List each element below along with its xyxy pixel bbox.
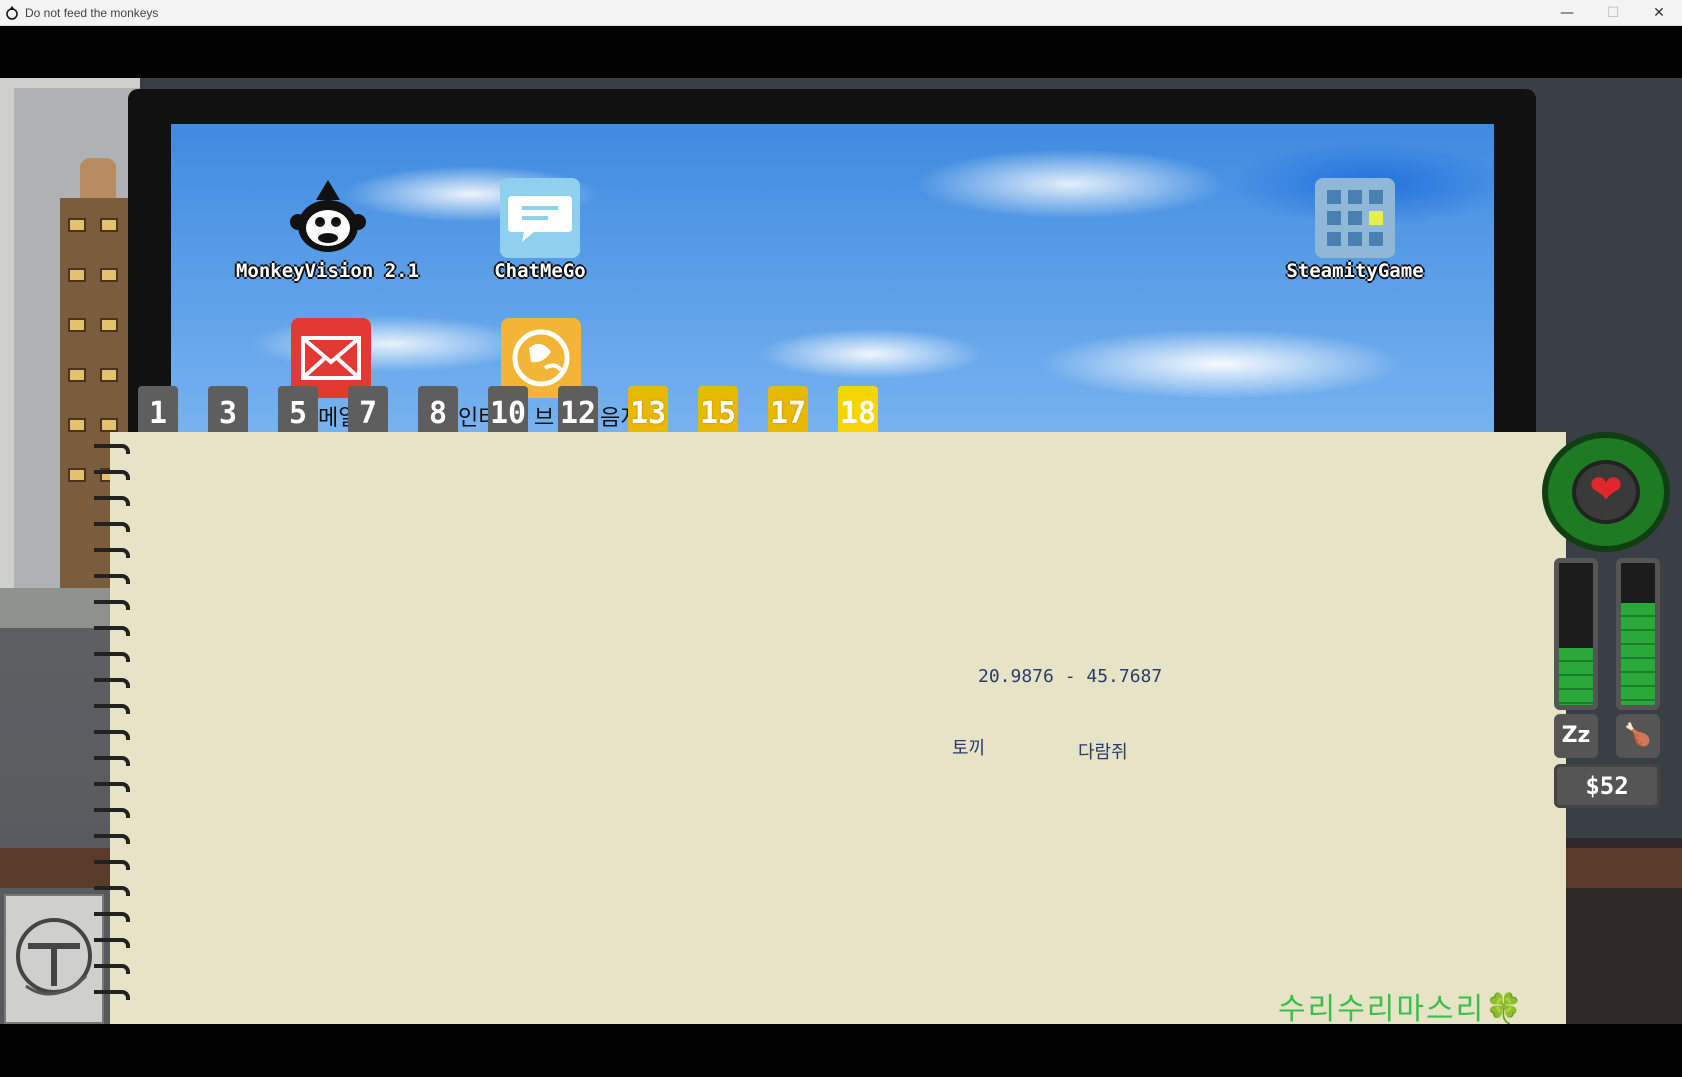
building-window [100,268,118,282]
heart-icon: ❤ [1589,467,1623,513]
building-window [68,318,86,332]
spiral-ring [94,730,130,740]
spiral-ring [94,470,130,480]
building-window [68,418,86,432]
money-display: $52 [1554,764,1660,808]
food-button[interactable]: 🍗 [1616,714,1660,758]
note-word-rabbit: 토끼 [952,738,986,759]
notebook-spiral [94,444,130,1024]
monkey-app-icon [6,6,18,20]
water-tower [80,158,116,198]
spiral-ring [94,808,130,818]
monkeyvision-app[interactable]: MonkeyVision 2.1 [205,178,450,282]
note-coordinates: 20.9876 - 45.7687 [978,666,1163,687]
health-meter: ❤ [1542,432,1670,552]
food-bar-fill [1621,602,1655,705]
chatmego-app[interactable]: ChatMeGo [470,178,610,282]
building-window [100,368,118,382]
food-bar [1616,558,1660,710]
grid-app-icon [1315,178,1395,258]
spiral-ring [94,886,130,896]
building-window [68,468,86,482]
spiral-ring [94,860,130,870]
sleep-button[interactable]: Zz [1554,714,1598,758]
spiral-ring [94,496,130,506]
spiral-ring [94,678,130,688]
letterbox-top [0,26,1682,78]
spiral-ring [94,548,130,558]
spiral-ring [94,704,130,714]
building-window [68,268,86,282]
maximize-button[interactable]: ☐ [1590,0,1636,26]
stamp-box[interactable] [4,894,104,1024]
spiral-ring [94,522,130,532]
spiral-ring [94,626,130,636]
spiral-ring [94,912,130,922]
building-window [100,418,118,432]
stamp-logo-icon [16,918,92,996]
building-window [100,318,118,332]
letterbox-bottom [0,1024,1682,1077]
note-word-squirrel: 다람쥐 [1078,742,1128,763]
right-shelf [1560,848,1682,888]
window-title: Do not feed the monkeys [25,6,159,20]
title-bar: Do not feed the monkeys — ☐ ✕ [0,0,1682,26]
steamitygame-label: SteamityGame [1286,260,1424,282]
tab-fragment: 브 [534,406,555,431]
spiral-ring [94,938,130,948]
sleep-bar [1554,558,1598,710]
close-button[interactable]: ✕ [1636,0,1682,26]
monkey-face-icon [288,178,368,258]
steamitygame-app[interactable]: SteamityGame [1255,178,1455,282]
spiral-ring [94,444,130,454]
notebook-page[interactable] [110,432,1566,1024]
building-window [100,218,118,232]
note-signature: 수리수리마스리🍀 [1278,992,1525,1027]
chatmego-label: ChatMeGo [494,260,586,282]
building-window [68,368,86,382]
building-window [68,218,86,232]
spiral-ring [94,990,130,1000]
spiral-ring [94,782,130,792]
spiral-ring [94,964,130,974]
monkeyvision-label: MonkeyVision 2.1 [235,260,420,282]
spiral-ring [94,756,130,766]
sleep-bar-fill [1559,648,1593,705]
chat-bubble-icon [500,178,580,258]
spiral-ring [94,652,130,662]
spiral-ring [94,834,130,844]
minimize-button[interactable]: — [1544,0,1590,26]
spiral-ring [94,574,130,584]
spiral-ring [94,600,130,610]
